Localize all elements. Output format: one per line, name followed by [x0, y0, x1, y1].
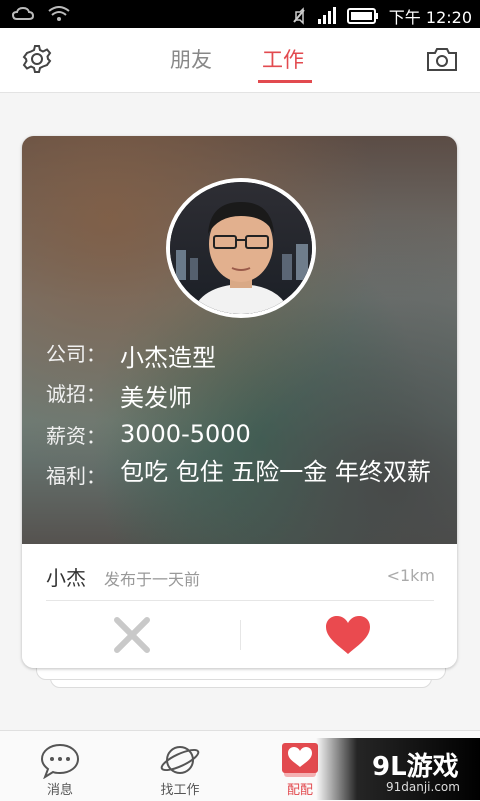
tab-work[interactable]: 工作	[262, 44, 304, 74]
wifi-icon	[48, 6, 70, 21]
heart-icon	[326, 616, 370, 654]
card-footer: 小杰 发布于一天前 <1km	[22, 544, 457, 668]
planet-icon	[160, 746, 200, 774]
company-value: 小杰造型	[120, 344, 216, 372]
avatar[interactable]	[166, 178, 316, 318]
camera-icon	[427, 48, 457, 71]
avatar-photo	[170, 182, 312, 314]
salary-value: 3000-5000	[120, 420, 251, 448]
divider	[240, 620, 241, 650]
job-card[interactable]: 公司： 小杰造型 诚招： 美发师 薪资： 3000-5000 福利： 包吃 包住…	[22, 136, 457, 668]
watermark-url: 91danji.com	[386, 780, 460, 794]
nav-find-job-label: 找工作	[160, 783, 200, 798]
site-watermark: 9L游戏 91danji.com	[316, 738, 480, 800]
position-value: 美发师	[120, 384, 192, 412]
status-left-icons	[12, 6, 70, 22]
dislike-button[interactable]	[32, 610, 232, 660]
benefits-value: 包吃 包住 五险一金 年终双薪	[120, 458, 431, 486]
distance-label: <1km	[386, 566, 435, 585]
benefits-label: 福利：	[46, 464, 106, 488]
divider	[46, 600, 434, 601]
active-tab-indicator	[258, 80, 312, 83]
settings-button[interactable]	[20, 42, 54, 76]
posted-time: 发布于一天前	[104, 570, 201, 589]
nav-find-job[interactable]: 找工作	[140, 737, 220, 798]
chat-bubble-icon	[40, 743, 80, 779]
like-button[interactable]	[248, 610, 448, 660]
cloud-icon	[12, 7, 34, 20]
author-name[interactable]: 小杰	[46, 562, 86, 591]
watermark-logo: 9L游戏	[372, 752, 459, 782]
close-icon	[114, 617, 150, 653]
salary-label: 薪资：	[46, 424, 106, 448]
mute-icon	[293, 7, 305, 25]
status-bar: 下午 12:20	[0, 0, 480, 28]
position-label: 诚招：	[46, 382, 106, 406]
nav-messages-label: 消息	[46, 783, 73, 798]
status-right-icons: 下午 12:20	[291, 4, 472, 28]
top-bar: 朋友 工作	[0, 28, 480, 93]
status-time: 下午 12:20	[388, 8, 472, 27]
tab-friends[interactable]: 朋友	[170, 44, 212, 74]
signal-icon	[317, 7, 336, 24]
gear-icon	[22, 45, 52, 73]
battery-icon	[346, 8, 378, 24]
card-heart-icon	[282, 743, 318, 777]
company-label: 公司：	[46, 342, 106, 366]
nav-messages[interactable]: 消息	[20, 737, 100, 798]
camera-button[interactable]	[425, 42, 459, 76]
card-cover: 公司： 小杰造型 诚招： 美发师 薪资： 3000-5000 福利： 包吃 包住…	[22, 136, 457, 544]
